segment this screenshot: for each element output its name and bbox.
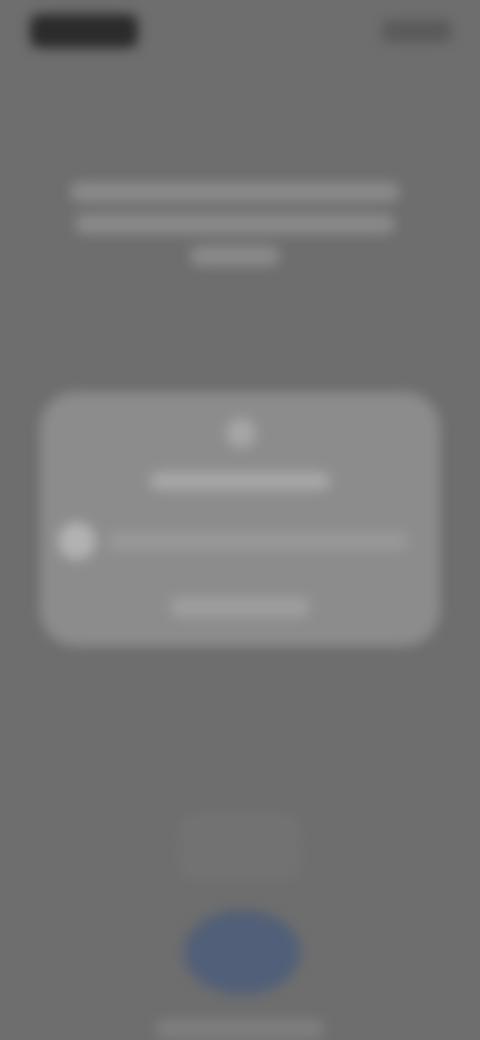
fingerprint-icon[interactable] — [184, 910, 300, 994]
avatar — [58, 522, 96, 560]
header-line — [75, 214, 395, 234]
card-row-text — [108, 532, 408, 550]
header-line — [190, 246, 280, 266]
blurred-screen — [0, 0, 480, 1040]
status-time — [30, 14, 138, 48]
card-row[interactable] — [58, 522, 422, 562]
card-title — [150, 472, 330, 490]
info-card — [40, 392, 440, 646]
status-icons — [382, 20, 452, 42]
card-action-button[interactable] — [170, 597, 310, 617]
header-line — [70, 182, 400, 202]
shield-icon — [226, 418, 256, 448]
header-text-block — [60, 182, 410, 282]
home-indicator[interactable] — [155, 1018, 325, 1040]
bottom-hint — [178, 812, 302, 882]
blur-layer — [0, 0, 480, 1040]
